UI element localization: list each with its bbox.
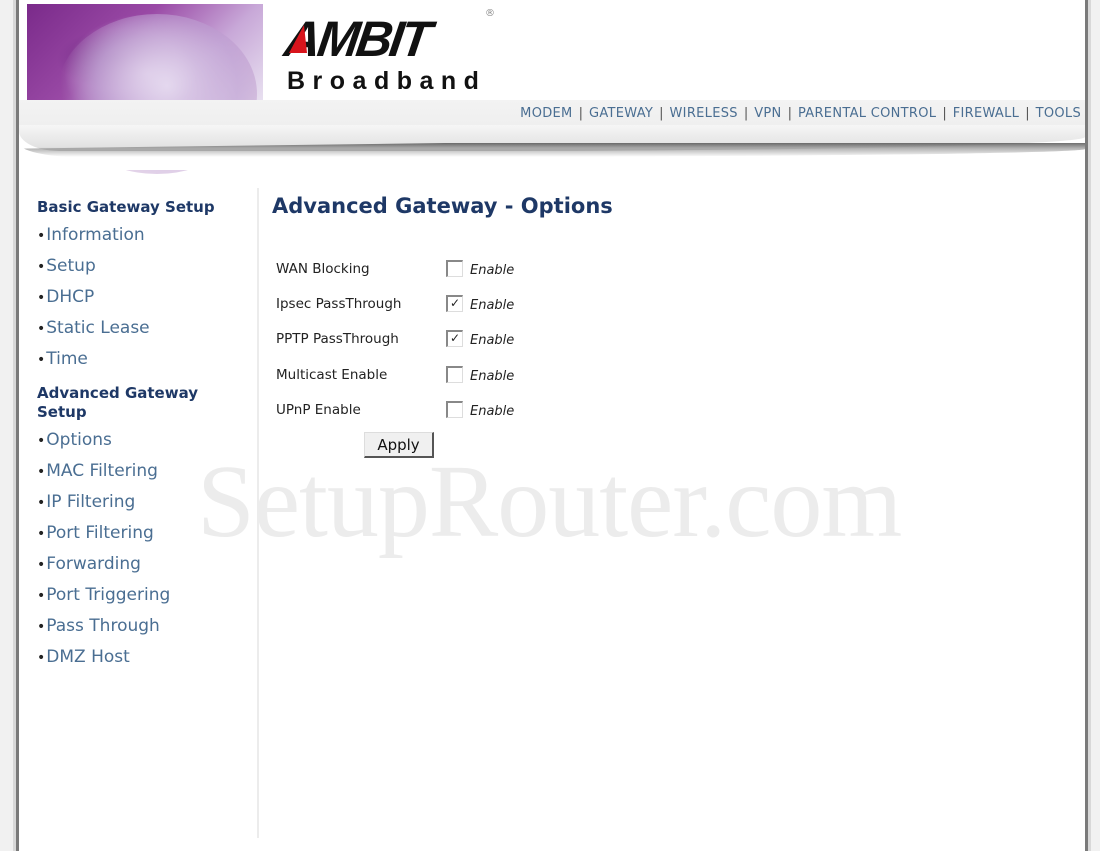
bullet-icon: •: [37, 228, 46, 244]
page-frame: AMBIT ® Broadband MODEM | GATEWAY | WIRELESS…: [16, 0, 1088, 851]
sidebar-item-label: IP Filtering: [46, 492, 136, 512]
nav-modem[interactable]: MODEM: [520, 106, 572, 121]
option-row-pptp-passthrough: PPTP PassThrough ✓ Enable: [276, 328, 576, 350]
page-title: Advanced Gateway - Options: [272, 194, 613, 218]
option-label: UPnP Enable: [276, 402, 361, 418]
sidebar-item-mac-filtering[interactable]: •MAC Filtering: [37, 461, 158, 481]
sidebar-item-information[interactable]: •Information: [37, 225, 145, 245]
option-label: Ipsec PassThrough: [276, 296, 402, 312]
nav-parental-control[interactable]: PARENTAL CONTROL: [798, 106, 936, 121]
bullet-icon: •: [37, 619, 46, 635]
bullet-icon: •: [37, 352, 46, 368]
sidebar-heading-advanced-gateway-setup: Advanced Gateway Setup: [37, 384, 198, 422]
checkbox-label: Enable: [470, 369, 515, 384]
wan-blocking-checkbox[interactable]: [446, 260, 463, 277]
sidebar-item-pass-through[interactable]: •Pass Through: [37, 616, 160, 636]
nav-tools[interactable]: TOOLS: [1036, 106, 1081, 121]
nav-separator: |: [659, 106, 664, 121]
globe-banner-image: [27, 4, 263, 174]
nav-wireless[interactable]: WIRELESS: [670, 106, 738, 121]
bullet-icon: •: [37, 433, 46, 449]
watermark: SetupRouter.com: [197, 444, 902, 559]
sidebar-item-setup[interactable]: •Setup: [37, 256, 96, 276]
nav-separator: |: [942, 106, 947, 121]
bullet-icon: •: [37, 259, 46, 275]
checkbox-label: Enable: [470, 298, 515, 313]
option-label: PPTP PassThrough: [276, 331, 399, 347]
sidebar-item-label: Static Lease: [46, 318, 150, 338]
nav-separator: |: [787, 106, 792, 121]
bullet-icon: •: [37, 464, 46, 480]
option-row-upnp-enable: UPnP Enable Enable: [276, 399, 576, 421]
option-row-wan-blocking: WAN Blocking Enable: [276, 258, 576, 280]
sidebar-item-label: DHCP: [46, 287, 95, 307]
sidebar-item-dhcp[interactable]: •DHCP: [37, 287, 94, 307]
registered-mark: ®: [485, 8, 495, 19]
bullet-icon: •: [37, 650, 46, 666]
option-row-ipsec-passthrough: Ipsec PassThrough ✓ Enable: [276, 293, 576, 315]
sidebar-item-label: Options: [46, 430, 112, 450]
sidebar-item-label: Port Filtering: [46, 523, 154, 543]
nav-separator: |: [578, 106, 583, 121]
multicast-enable-checkbox[interactable]: [446, 366, 463, 383]
sidebar-item-port-filtering[interactable]: •Port Filtering: [37, 523, 154, 543]
sidebar: Basic Gateway Setup •Information •Setup …: [19, 188, 259, 838]
sidebar-item-label: Forwarding: [46, 554, 141, 574]
ipsec-passthrough-checkbox[interactable]: ✓: [446, 295, 463, 312]
sidebar-item-label: Setup: [46, 256, 96, 276]
option-label: WAN Blocking: [276, 261, 370, 277]
sidebar-item-options[interactable]: •Options: [37, 430, 112, 450]
nav-gateway[interactable]: GATEWAY: [589, 106, 653, 121]
sidebar-item-port-triggering[interactable]: •Port Triggering: [37, 585, 170, 605]
checkbox-label: Enable: [470, 333, 515, 348]
bullet-icon: •: [37, 588, 46, 604]
logo-broadband-text: Broadband: [287, 67, 487, 95]
option-row-multicast-enable: Multicast Enable Enable: [276, 364, 576, 386]
header-swoosh-divider: [19, 125, 1085, 170]
option-label: Multicast Enable: [276, 367, 388, 383]
bullet-icon: •: [37, 290, 46, 306]
heading-line: Setup: [37, 403, 87, 421]
sidebar-item-label: MAC Filtering: [46, 461, 158, 481]
nav-firewall[interactable]: FIREWALL: [953, 106, 1019, 121]
heading-line: Advanced Gateway: [37, 384, 199, 402]
nav-vpn[interactable]: VPN: [754, 106, 781, 121]
sidebar-item-time[interactable]: •Time: [37, 349, 88, 369]
sidebar-item-static-lease[interactable]: •Static Lease: [37, 318, 150, 338]
bullet-icon: •: [37, 495, 46, 511]
pptp-passthrough-checkbox[interactable]: ✓: [446, 330, 463, 347]
bullet-icon: •: [37, 321, 46, 337]
sidebar-item-label: Port Triggering: [46, 585, 171, 605]
bullet-icon: •: [37, 526, 46, 542]
sidebar-item-label: Time: [46, 349, 88, 369]
bullet-icon: •: [37, 557, 46, 573]
nav-separator: |: [1025, 106, 1030, 121]
apply-button[interactable]: Apply: [364, 432, 434, 458]
sidebar-item-label: Pass Through: [46, 616, 160, 636]
nav-separator: |: [743, 106, 749, 121]
checkbox-label: Enable: [470, 404, 515, 419]
sidebar-item-forwarding[interactable]: •Forwarding: [37, 554, 141, 574]
upnp-enable-checkbox[interactable]: [446, 401, 463, 418]
sidebar-item-label: DMZ Host: [46, 647, 130, 667]
sidebar-item-dmz-host[interactable]: •DMZ Host: [37, 647, 130, 667]
ambit-logo: AMBIT ® Broadband: [277, 8, 497, 98]
sidebar-item-ip-filtering[interactable]: •IP Filtering: [37, 492, 135, 512]
sidebar-heading-basic-gateway-setup: Basic Gateway Setup: [37, 198, 215, 216]
checkbox-label: Enable: [470, 263, 515, 278]
sidebar-item-label: Information: [46, 225, 145, 245]
top-nav: MODEM | GATEWAY | WIRELESS | VPN | PARENTAL CONT…: [520, 106, 1081, 121]
